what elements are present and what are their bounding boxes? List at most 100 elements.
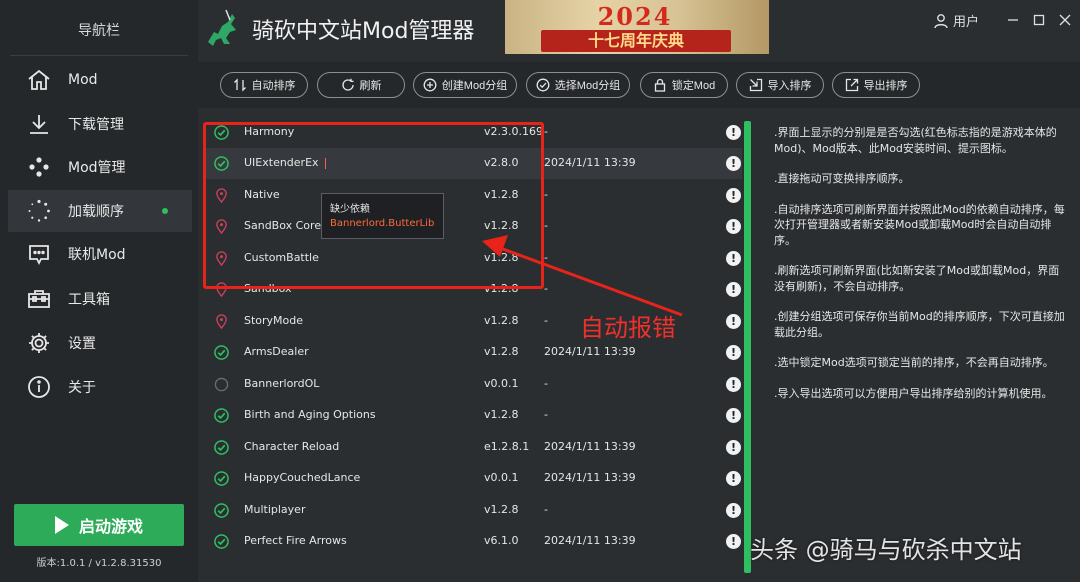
- user-label: 用户: [953, 15, 980, 30]
- sidebar-item-load-order[interactable]: 加载顺序: [8, 190, 192, 232]
- alert-icon[interactable]: !: [726, 156, 741, 171]
- mod-row[interactable]: HappyCouchedLance v0.0.1 2024/1/11 13:39…: [204, 463, 742, 494]
- user-menu[interactable]: 用户: [933, 11, 979, 30]
- alert-icon[interactable]: !: [726, 377, 741, 392]
- sidebar-divider: [10, 55, 188, 56]
- user-icon: [934, 13, 948, 28]
- sidebar: 导航栏 Mod 下载管理 Mod管理 加载顺序 联机Mod 工具箱 设置 关于 …: [0, 0, 198, 582]
- mod-version: v6.1.0: [484, 534, 519, 547]
- alert-icon[interactable]: !: [726, 440, 741, 455]
- mod-install-date: -: [544, 408, 548, 421]
- active-indicator: [162, 208, 168, 214]
- annotation-label: 自动报错: [580, 314, 676, 342]
- import-order-label: 导入排序: [767, 80, 812, 92]
- mod-row[interactable]: BannerlordOL v0.0.1 - !: [204, 369, 742, 400]
- mod-version: v1.2.8: [484, 345, 519, 358]
- watermark: 头条 @骑马与砍杀中文站: [750, 536, 1022, 564]
- plus-circle-icon: [423, 78, 437, 92]
- mod-install-date: -: [544, 503, 548, 516]
- create-mod-group-label: 创建Mod分组: [441, 80, 508, 92]
- launch-game-label: 启动游戏: [78, 519, 143, 536]
- create-mod-group-button[interactable]: 创建Mod分组: [413, 72, 517, 98]
- info-icon: [26, 374, 52, 400]
- help-text: .直接拖动可变换排序顺序。: [774, 172, 910, 185]
- mod-row[interactable]: Character Reload e1.2.8.1 2024/1/11 13:3…: [204, 432, 742, 463]
- mod-version: v1.2.8: [484, 503, 519, 516]
- alert-icon[interactable]: !: [726, 188, 741, 203]
- check-icon[interactable]: [214, 408, 229, 423]
- mod-row[interactable]: Perfect Fire Arrows v6.1.0 2024/1/11 13:…: [204, 526, 742, 557]
- alert-icon[interactable]: !: [726, 471, 741, 486]
- export-order-label: 导出排序: [863, 80, 908, 92]
- auto-sort-button[interactable]: 自动排序: [220, 72, 308, 98]
- alert-icon[interactable]: !: [726, 125, 741, 140]
- alert-icon[interactable]: !: [726, 345, 741, 360]
- empty-circle-icon[interactable]: [214, 377, 229, 392]
- mod-install-date: 2024/1/11 13:39: [544, 440, 636, 453]
- mod-name: Perfect Fire Arrows: [244, 534, 347, 547]
- alert-icon[interactable]: !: [726, 251, 741, 266]
- mod-name: Birth and Aging Options: [244, 408, 376, 421]
- mod-list-scrollbar[interactable]: [744, 121, 751, 573]
- gear-icon: [26, 330, 52, 356]
- toolbar: 自动排序 刷新 创建Mod分组 选择Mod分组 锁定Mod 导入排序 导出排序: [198, 62, 1080, 108]
- sidebar-item-mod-manage[interactable]: Mod管理: [8, 146, 192, 188]
- refresh-icon: [341, 78, 354, 91]
- mod-install-date: 2024/1/11 13:39: [544, 156, 636, 169]
- lock-mod-button[interactable]: 锁定Mod: [640, 72, 728, 98]
- alert-icon[interactable]: !: [726, 503, 741, 518]
- check-icon[interactable]: [214, 503, 229, 518]
- lock-icon: [654, 78, 665, 92]
- help-text: .自动排序选项可刷新界面并按照此Mod的依赖自动排序，每次打开管理器或者新安装M…: [774, 202, 1065, 247]
- maximize-icon[interactable]: [1026, 10, 1052, 30]
- close-icon[interactable]: [1052, 10, 1078, 30]
- mod-name: HappyCouchedLance: [244, 471, 361, 484]
- sidebar-item-settings[interactable]: 设置: [8, 322, 192, 364]
- mod-install-date: -: [544, 377, 548, 390]
- check-icon[interactable]: [214, 471, 229, 486]
- minimize-icon[interactable]: [1000, 10, 1026, 30]
- location-pin-icon[interactable]: [214, 314, 229, 329]
- check-icon[interactable]: [214, 345, 229, 360]
- check-icon[interactable]: [214, 534, 229, 549]
- sidebar-item-label: 设置: [68, 336, 96, 352]
- help-text: .界面上显示的分别是是否勾选(红色标志指的是游戏本体的Mod)、Mod版本、此M…: [774, 126, 1057, 155]
- alert-icon[interactable]: !: [726, 219, 741, 234]
- mod-version: v0.0.1: [484, 471, 519, 484]
- select-mod-group-button[interactable]: 选择Mod分组: [526, 72, 630, 98]
- help-text: .选中锁定Mod选项可锁定当前的排序，不会再自动排序。: [774, 356, 1054, 369]
- mod-version: v1.2.8: [484, 408, 519, 421]
- sidebar-item-download[interactable]: 下载管理: [8, 103, 192, 145]
- window-controls: [1000, 10, 1078, 30]
- sidebar-item-label: 加载顺序: [68, 204, 124, 220]
- alert-icon[interactable]: !: [726, 282, 741, 297]
- sidebar-item-toolbox[interactable]: 工具箱: [8, 278, 192, 320]
- alert-icon[interactable]: !: [726, 534, 741, 549]
- check-icon[interactable]: [214, 440, 229, 455]
- mod-row[interactable]: Multiplayer v1.2.8 - !: [204, 495, 742, 526]
- mod-name: Character Reload: [244, 440, 340, 453]
- sidebar-item-about[interactable]: 关于: [8, 366, 192, 408]
- dots-icon: [26, 154, 52, 180]
- export-order-button[interactable]: 导出排序: [832, 72, 920, 98]
- mod-name: StoryMode: [244, 314, 304, 327]
- alert-icon[interactable]: !: [726, 408, 741, 423]
- help-text: .导入导出选项可以方便用户导出排序给别的计算机使用。: [774, 386, 1053, 400]
- banner-text: 十七周年庆典: [541, 30, 731, 52]
- refresh-button[interactable]: 刷新: [317, 72, 405, 98]
- sidebar-item-label: 联机Mod: [68, 247, 126, 263]
- import-order-button[interactable]: 导入排序: [736, 72, 824, 98]
- mod-version: v0.0.1: [484, 377, 519, 390]
- refresh-label: 刷新: [359, 80, 382, 92]
- banner-year: 2024: [597, 2, 673, 31]
- anniversary-banner[interactable]: 2024 十七周年庆典: [505, 0, 769, 54]
- launch-game-button[interactable]: 启动游戏: [14, 504, 184, 546]
- check-circle-icon: [536, 78, 550, 92]
- chat-icon: [26, 241, 52, 267]
- sidebar-item-online-mod[interactable]: 联机Mod: [8, 233, 192, 275]
- alert-icon[interactable]: !: [726, 314, 741, 329]
- lock-mod-label: 锁定Mod: [671, 80, 716, 92]
- sidebar-item-label: Mod管理: [68, 160, 126, 176]
- mod-row[interactable]: Birth and Aging Options v1.2.8 - !: [204, 400, 742, 431]
- sidebar-item-mod[interactable]: Mod: [8, 59, 192, 101]
